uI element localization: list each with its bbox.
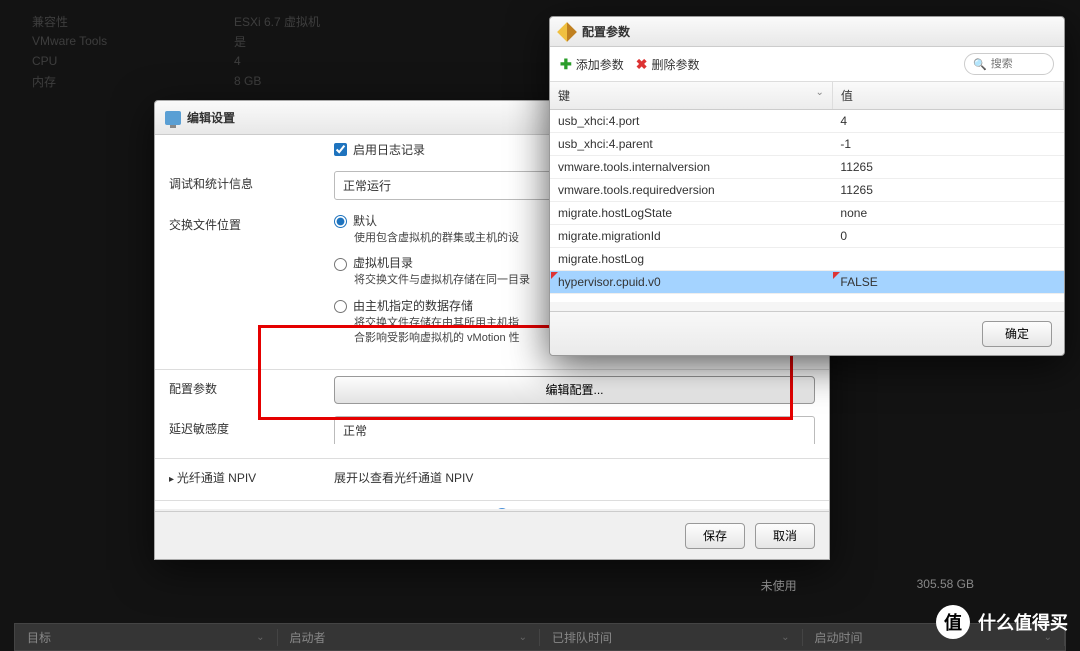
col-key[interactable]: 键⌄ (550, 82, 832, 110)
table-row-selected[interactable]: hypervisor.cpuid.v0FALSE (550, 271, 1064, 294)
table-row[interactable]: migrate.hostLogStatenone (550, 202, 1064, 225)
bottom-tab-bar: 目标⌄ 启动者⌄ 已排队时间⌄ 启动时间⌄ (14, 623, 1066, 651)
storage-info: 未使用 305.58 GB (761, 577, 974, 594)
vm-icon (165, 111, 181, 125)
params-table: 键⌄ 值 usb_xhci:4.port4usb_xhci:4.parent-1… (550, 82, 1064, 294)
enable-logging-checkbox[interactable] (334, 143, 347, 156)
watermark-logo: 值 (936, 605, 970, 639)
table-row[interactable]: usb_xhci:4.port4 (550, 110, 1064, 133)
edit-config-button[interactable]: 编辑配置... (334, 376, 815, 404)
search-icon: 🔍 (973, 58, 987, 71)
tab-target[interactable]: 目标⌄ (15, 629, 278, 646)
latency-select[interactable]: 正常 (334, 416, 815, 444)
params-tbody: usb_xhci:4.port4usb_xhci:4.parent-1vmwar… (550, 110, 1064, 294)
cancel-button[interactable]: 取消 (755, 523, 815, 549)
table-row[interactable]: usb_xhci:4.parent-1 (550, 133, 1064, 156)
save-button[interactable]: 保存 (685, 523, 745, 549)
enable-logging-label: 启用日志记录 (353, 141, 425, 158)
edit-dialog-footer: 保存 取消 (155, 511, 829, 559)
plus-icon: ✚ (560, 56, 572, 73)
latency-label: 延迟敏感度 (169, 416, 334, 437)
table-row[interactable]: vmware.tools.internalversion11265 (550, 156, 1064, 179)
watermark-text: 什么值得买 (978, 609, 1068, 635)
watermark: 值 什么值得买 (936, 605, 1068, 639)
config-dialog-footer: 确定 (550, 311, 1064, 355)
vbs-label: VBS (169, 507, 334, 509)
edit-dialog-title: 编辑设置 (187, 109, 235, 126)
tab-queued[interactable]: 已排队时间⌄ (540, 629, 803, 646)
config-toolbar: ✚ 添加参数 ✖ 删除参数 🔍 (550, 47, 1064, 82)
config-dialog-title: 配置参数 (582, 23, 630, 40)
search-box[interactable]: 🔍 (964, 53, 1054, 75)
swap-file-label: 交换文件位置 (169, 212, 334, 233)
vbs-text: 启用基于虚拟化的安全性 (353, 507, 485, 509)
config-params-label: 配置参数 (169, 376, 334, 397)
npiv-label[interactable]: 光纤通道 NPIV (169, 465, 334, 486)
add-param-button[interactable]: ✚ 添加参数 (560, 56, 624, 73)
chevron-down-icon: ⌄ (816, 87, 824, 98)
pencil-icon (557, 22, 577, 42)
search-input[interactable] (991, 58, 1041, 70)
debug-stats-label: 调试和统计信息 (169, 171, 334, 192)
x-icon: ✖ (636, 56, 648, 73)
ok-button[interactable]: 确定 (982, 321, 1052, 347)
info-icon[interactable]: i (495, 508, 509, 509)
delete-param-button[interactable]: ✖ 删除参数 (636, 56, 700, 73)
config-params-dialog: 配置参数 ✚ 添加参数 ✖ 删除参数 🔍 键⌄ 值 usb_xhci:4.por… (549, 16, 1065, 356)
col-value[interactable]: 值 (832, 82, 1063, 110)
table-row[interactable]: vmware.tools.requiredversion11265 (550, 179, 1064, 202)
table-row[interactable]: migrate.migrationId0 (550, 225, 1064, 248)
tab-initiator[interactable]: 启动者⌄ (278, 629, 541, 646)
npiv-value: 展开以查看光纤通道 NPIV (334, 465, 815, 486)
table-row[interactable]: migrate.hostLog (550, 248, 1064, 271)
config-dialog-header[interactable]: 配置参数 (550, 17, 1064, 47)
